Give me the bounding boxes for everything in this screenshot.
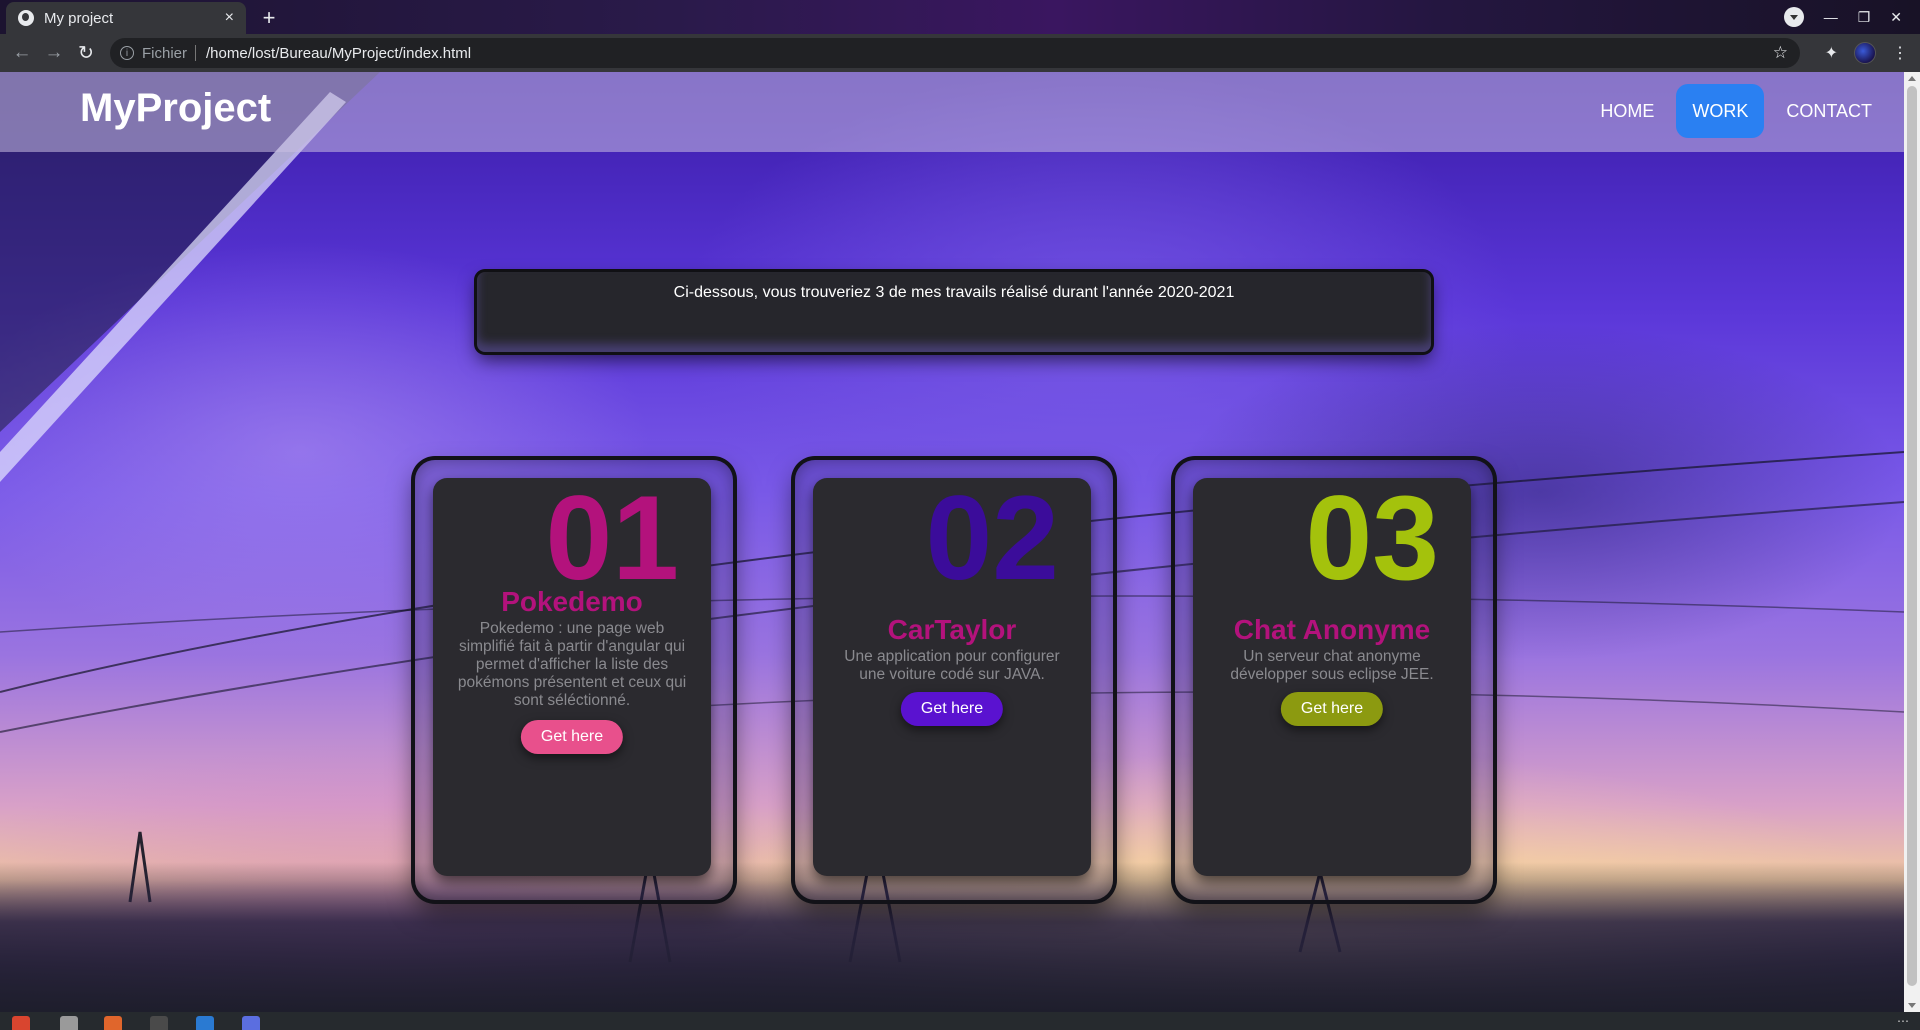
- project-description: Une application pour configurer une voit…: [844, 648, 1060, 683]
- project-card-frame: 03 Chat Anonyme Un serveur chat anonyme …: [1175, 460, 1493, 900]
- os-taskbar: ⋯: [0, 1012, 1920, 1030]
- info-icon[interactable]: i: [120, 46, 134, 60]
- more-menu-icon[interactable]: ⋮: [1892, 43, 1908, 63]
- project-number: 01: [545, 471, 679, 605]
- nav-contact[interactable]: CONTACT: [1770, 84, 1888, 138]
- get-here-button[interactable]: Get here: [520, 720, 624, 754]
- profile-avatar[interactable]: [1854, 42, 1876, 64]
- url-text[interactable]: /home/lost/Bureau/MyProject/index.html: [206, 45, 471, 62]
- scrollbar-thumb[interactable]: [1907, 86, 1917, 986]
- scroll-down-arrow-icon[interactable]: [1908, 1003, 1916, 1008]
- project-card: 03 Chat Anonyme Un serveur chat anonyme …: [1193, 478, 1471, 876]
- project-card-frame: 02 CarTaylor Une application pour config…: [795, 460, 1113, 900]
- site-logo[interactable]: MyProject: [80, 86, 271, 131]
- tab-search-icon[interactable]: [1783, 7, 1804, 27]
- url-scheme-label: Fichier: [142, 44, 188, 62]
- project-card: 02 CarTaylor Une application pour config…: [813, 478, 1091, 876]
- get-here-button[interactable]: Get here: [900, 692, 1004, 726]
- site-header: MyProject HOME WORK CONTACT: [0, 72, 1904, 152]
- get-here-button[interactable]: Get here: [1280, 692, 1384, 726]
- discord-app-icon[interactable]: [242, 1016, 260, 1030]
- project-description: Pokedemo : une page web simplifié fait à…: [457, 620, 687, 709]
- project-number: 03: [1305, 471, 1439, 605]
- divider: [195, 45, 197, 61]
- project-card: 01 Pokedemo Pokedemo : une page web simp…: [433, 478, 711, 876]
- new-tab-button[interactable]: +: [256, 5, 282, 31]
- files-app-icon[interactable]: [60, 1016, 78, 1030]
- forward-icon[interactable]: →: [38, 42, 70, 64]
- terminal-app-icon[interactable]: [150, 1016, 168, 1030]
- app-grid-icon[interactable]: ⋯: [1897, 1014, 1910, 1028]
- software-app-icon[interactable]: [104, 1016, 122, 1030]
- project-card-frame: 01 Pokedemo Pokedemo : une page web simp…: [415, 460, 733, 900]
- minimize-icon[interactable]: —: [1824, 9, 1838, 25]
- chrome-app-icon[interactable]: [12, 1016, 30, 1030]
- main-nav: HOME WORK CONTACT: [1584, 84, 1888, 138]
- browser-tab-bar: My project × + — ❐ ✕: [0, 0, 1920, 34]
- toolbar-actions: ✦ ⋮: [1825, 34, 1908, 72]
- project-description: Un serveur chat anonyme développer sous …: [1230, 648, 1434, 683]
- project-title: Pokedemo: [501, 586, 643, 617]
- project-number: 02: [925, 471, 1059, 605]
- globe-icon: [18, 10, 34, 26]
- back-icon[interactable]: ←: [6, 42, 38, 64]
- project-title: CarTaylor: [887, 614, 1017, 645]
- window-controls: — ❐ ✕: [1783, 0, 1920, 34]
- page-scrollbar[interactable]: [1904, 72, 1920, 1012]
- project-title: Chat Anonyme: [1233, 614, 1431, 645]
- address-bar[interactable]: i Fichier /home/lost/Bureau/MyProject/in…: [110, 38, 1800, 68]
- tab-close-button[interactable]: ×: [225, 9, 234, 27]
- page-viewport: MyProject HOME WORK CONTACT Ci-dessous, …: [0, 72, 1904, 1012]
- browser-tab[interactable]: My project ×: [6, 2, 246, 34]
- nav-work[interactable]: WORK: [1676, 84, 1765, 138]
- intro-text: Ci-dessous, vous trouveriez 3 de mes tra…: [673, 284, 1235, 301]
- scroll-up-arrow-icon[interactable]: [1908, 76, 1916, 81]
- restore-icon[interactable]: ❐: [1858, 9, 1871, 26]
- close-window-icon[interactable]: ✕: [1890, 9, 1902, 26]
- tab-title: My project: [44, 9, 114, 27]
- nav-home[interactable]: HOME: [1584, 84, 1670, 138]
- bookmark-star-icon[interactable]: ☆: [1773, 43, 1788, 63]
- extensions-puzzle-icon[interactable]: ✦: [1825, 43, 1838, 63]
- reload-icon[interactable]: ↻: [70, 42, 102, 65]
- browser-toolbar: ← → ↻ i Fichier /home/lost/Bureau/MyProj…: [0, 34, 1920, 72]
- vscode-app-icon[interactable]: [196, 1016, 214, 1030]
- intro-box: Ci-dessous, vous trouveriez 3 de mes tra…: [477, 272, 1431, 352]
